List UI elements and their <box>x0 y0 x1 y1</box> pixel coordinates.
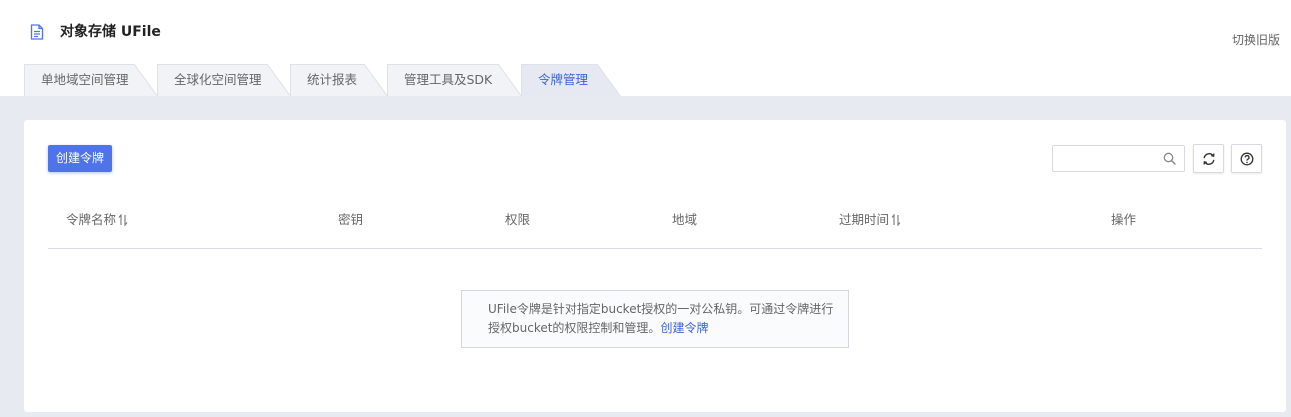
empty-state-line1: UFile令牌是针对指定bucket授权的一对公私钥。可通过令牌进行 <box>488 302 834 316</box>
tab-corner-decoration <box>364 64 388 97</box>
sort-icon[interactable] <box>118 214 128 226</box>
help-icon <box>1240 152 1254 166</box>
column-header-expire-time[interactable]: 过期时间 <box>839 212 901 228</box>
document-icon <box>30 24 44 40</box>
refresh-button[interactable] <box>1193 144 1224 173</box>
refresh-icon <box>1203 153 1215 165</box>
column-header-key: 密钥 <box>338 212 364 227</box>
tab-label: 单地域空间管理 <box>41 72 129 87</box>
tab-token-management[interactable]: 令牌管理 <box>521 64 621 97</box>
tab-bar: 单地域空间管理 全球化空间管理 统计报表 管理工具及SDK 令牌管理 <box>24 64 724 97</box>
column-header-label: 过期时间 <box>839 212 890 227</box>
tab-corner-decoration <box>498 64 522 97</box>
page-title: 对象存储 UFile <box>60 24 161 40</box>
tab-label: 统计报表 <box>307 72 358 87</box>
column-header-token-name[interactable]: 令牌名称 <box>66 212 128 228</box>
create-token-link[interactable]: 创建令牌 <box>660 321 708 335</box>
search-box[interactable] <box>1052 145 1185 172</box>
column-header-permission: 权限 <box>505 212 531 227</box>
tab-corner-decoration <box>134 64 158 97</box>
tab-statistics-report[interactable]: 统计报表 <box>290 64 388 97</box>
column-header-region: 地域 <box>672 212 698 227</box>
tab-global-space[interactable]: 全球化空间管理 <box>157 64 291 97</box>
switch-old-version-link[interactable]: 切换旧版 <box>1232 32 1280 48</box>
tab-single-region-space[interactable]: 单地域空间管理 <box>24 64 158 97</box>
search-icon[interactable] <box>1163 152 1176 165</box>
empty-state-message: UFile令牌是针对指定bucket授权的一对公私钥。可通过令牌进行 授权buc… <box>461 290 849 348</box>
tab-label: 全球化空间管理 <box>174 72 262 87</box>
empty-state-line2: 授权bucket的权限控制和管理。创建令牌 <box>488 319 848 338</box>
empty-state-text: 授权bucket的权限控制和管理。 <box>488 321 661 335</box>
tab-corner-decoration <box>267 64 291 97</box>
sort-icon[interactable] <box>891 214 901 226</box>
column-header-label: 令牌名称 <box>66 212 117 227</box>
table-header-divider <box>48 248 1262 249</box>
search-input[interactable] <box>1057 149 1157 168</box>
create-token-button[interactable]: 创建令牌 <box>48 145 112 172</box>
tab-corner-decoration <box>597 64 621 97</box>
tab-tools-sdk[interactable]: 管理工具及SDK <box>387 64 522 97</box>
tab-label: 管理工具及SDK <box>404 72 493 87</box>
help-button[interactable] <box>1231 144 1262 173</box>
top-header: 对象存储 UFile 切换旧版 单地域空间管理 全球化空间管理 统计报表 管理工… <box>0 0 1291 97</box>
tab-label: 令牌管理 <box>538 72 589 87</box>
column-header-actions: 操作 <box>1111 212 1137 227</box>
